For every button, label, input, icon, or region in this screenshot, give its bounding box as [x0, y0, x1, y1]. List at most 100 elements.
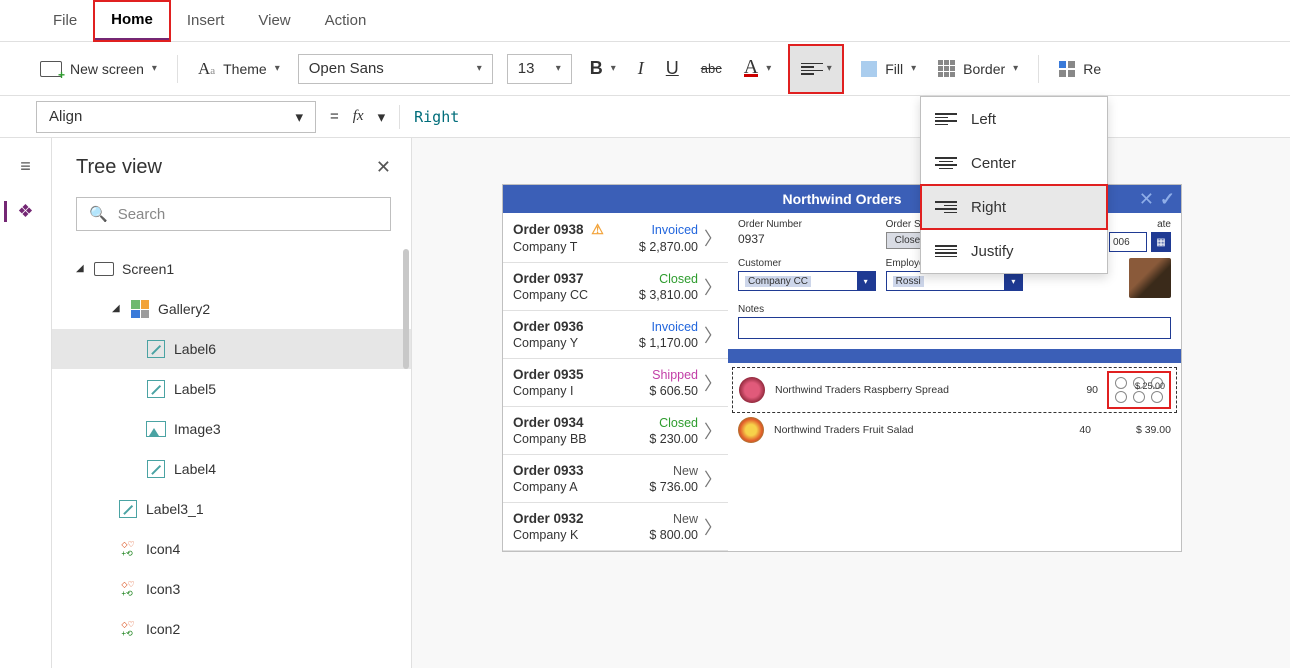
close-icon[interactable]: ✕: [376, 157, 391, 178]
align-option-center[interactable]: Center: [921, 141, 1107, 185]
label-icon: [147, 380, 165, 398]
border-button[interactable]: Border ▾: [934, 54, 1022, 83]
menu-insert[interactable]: Insert: [170, 2, 242, 39]
align-center-icon: [935, 157, 957, 169]
tree-node-label: Icon2: [146, 609, 180, 649]
text-align-button[interactable]: ▾: [789, 45, 843, 93]
tree-view-rail-icon[interactable]: ❖: [4, 201, 33, 222]
align-option-justify[interactable]: Justify: [921, 229, 1107, 273]
line-item-name: Northwind Traders Fruit Salad: [774, 424, 1041, 436]
label-icon: [119, 500, 137, 518]
align-option-label: Right: [971, 199, 1006, 216]
chevron-down-icon: ▾: [1004, 272, 1022, 290]
chevron-right-icon[interactable]: 〉: [704, 322, 722, 348]
tree-node-label5[interactable]: Label5: [76, 369, 391, 409]
selection-handles[interactable]: $ 25.00: [1108, 372, 1170, 408]
chevron-right-icon[interactable]: 〉: [704, 370, 722, 396]
tree-search-input[interactable]: 🔍 Search: [76, 197, 391, 231]
chevron-down-icon: ▾: [295, 108, 303, 126]
order-company: Company I: [513, 384, 573, 398]
shapes-icon: ◇♡+⟲: [121, 581, 134, 598]
line-item[interactable]: Northwind Traders Fruit Salad40$ 39.00: [732, 413, 1177, 447]
tree-node-label6[interactable]: Label6: [52, 329, 411, 369]
theme-button[interactable]: Aa Theme ▾: [194, 53, 284, 85]
cancel-icon[interactable]: ✕: [1139, 189, 1154, 210]
menu-action[interactable]: Action: [308, 2, 384, 39]
new-screen-button[interactable]: New screen ▾: [36, 55, 161, 83]
order-amount: $ 736.00: [649, 480, 698, 494]
order-list-item[interactable]: Order 0938 ⚠InvoicedCompany T$ 2,870.00〉: [503, 213, 728, 263]
tree-node-icon3[interactable]: ◇♡+⟲ Icon3: [76, 569, 391, 609]
strikethrough-button[interactable]: abc: [697, 55, 726, 82]
order-company: Company Y: [513, 336, 578, 350]
chevron-down-icon[interactable]: ▾: [378, 108, 386, 126]
tree-node-image3[interactable]: Image3: [76, 409, 391, 449]
bold-button[interactable]: B ▾: [586, 52, 620, 85]
employee-select[interactable]: Rossi ▾: [886, 271, 1024, 291]
tree-node-icon4[interactable]: ◇♡+⟲ Icon4: [76, 529, 391, 569]
line-item[interactable]: Northwind Traders Raspberry Spread90$ 25…: [732, 367, 1177, 413]
chevron-down-icon: ▾: [857, 272, 875, 290]
tree: ◢ Screen1 ◢ Gallery2 Label6 Label5 Image…: [76, 249, 391, 649]
scrollbar-thumb[interactable]: [403, 249, 409, 369]
order-date-value[interactable]: 006: [1109, 232, 1147, 252]
chevron-right-icon[interactable]: 〉: [704, 514, 722, 540]
tree-node-icon2[interactable]: ◇♡+⟲ Icon2: [76, 609, 391, 649]
order-amount: $ 1,170.00: [639, 336, 698, 350]
collapse-icon[interactable]: ◢: [112, 289, 122, 329]
chevron-right-icon[interactable]: 〉: [704, 225, 722, 251]
font-family-value: Open Sans: [309, 60, 384, 77]
menu-view[interactable]: View: [241, 2, 307, 39]
order-list-item[interactable]: Order 0935ShippedCompany I$ 606.50〉: [503, 359, 728, 407]
tree-node-screen1[interactable]: ◢ Screen1: [76, 249, 391, 289]
font-family-select[interactable]: Open Sans ▾: [298, 54, 493, 84]
menu-home[interactable]: Home: [94, 1, 170, 41]
underline-button[interactable]: U: [662, 52, 683, 85]
chevron-right-icon[interactable]: 〉: [704, 466, 722, 492]
order-number-label: Order Number: [738, 219, 876, 230]
italic-button[interactable]: I: [634, 52, 648, 85]
font-color-button[interactable]: A ▾: [740, 54, 775, 83]
property-select[interactable]: Align ▾: [36, 101, 316, 133]
align-option-label: Center: [971, 155, 1016, 172]
font-size-select[interactable]: 13 ▾: [507, 54, 572, 84]
order-list-item[interactable]: Order 0936InvoicedCompany Y$ 1,170.00〉: [503, 311, 728, 359]
property-value: Align: [49, 108, 82, 125]
order-list-item[interactable]: Order 0932NewCompany K$ 800.00〉: [503, 503, 728, 551]
chevron-down-icon: ▾: [1013, 63, 1018, 74]
formula-value[interactable]: Right: [414, 108, 459, 126]
notes-input[interactable]: [738, 317, 1171, 339]
order-list-item[interactable]: Order 0937ClosedCompany CC$ 3,810.00〉: [503, 263, 728, 311]
hamburger-icon[interactable]: ≡: [20, 156, 31, 177]
tree-node-gallery2[interactable]: ◢ Gallery2: [76, 289, 391, 329]
order-list-item[interactable]: Order 0933NewCompany A$ 736.00〉: [503, 455, 728, 503]
align-option-right[interactable]: Right: [921, 185, 1107, 229]
align-justify-icon: [935, 245, 957, 257]
chevron-down-icon: ▾: [911, 63, 916, 74]
align-option-label: Justify: [971, 243, 1014, 260]
collapse-icon[interactable]: ◢: [76, 249, 86, 289]
customer-select[interactable]: Company CC ▾: [738, 271, 876, 291]
line-item-price: $ 39.00: [1101, 424, 1171, 436]
align-option-left[interactable]: Left: [921, 97, 1107, 141]
align-icon: [801, 63, 823, 75]
tree-node-label3-1[interactable]: Label3_1: [76, 489, 391, 529]
gallery-icon: [131, 300, 149, 318]
order-number: Order 0935: [513, 367, 584, 382]
order-status: Closed: [659, 416, 698, 430]
confirm-icon[interactable]: ✓: [1160, 189, 1175, 210]
menu-file[interactable]: File: [36, 2, 94, 39]
shapes-icon: ◇♡+⟲: [121, 621, 134, 638]
design-canvas[interactable]: Northwind Orders ✕ ✓ Order 0938 ⚠Invoice…: [412, 138, 1290, 668]
calendar-icon[interactable]: ▦: [1151, 232, 1171, 252]
chevron-right-icon[interactable]: 〉: [704, 274, 722, 300]
chevron-down-icon: ▾: [556, 63, 561, 74]
reorder-button[interactable]: Re: [1055, 55, 1105, 83]
order-number: Order 0937: [513, 271, 584, 286]
tree-node-label4[interactable]: Label4: [76, 449, 391, 489]
order-list-item[interactable]: Order 0934ClosedCompany BB$ 230.00〉: [503, 407, 728, 455]
fill-button[interactable]: Fill ▾: [857, 55, 920, 83]
chevron-right-icon[interactable]: 〉: [704, 418, 722, 444]
customer-label: Customer: [738, 258, 876, 269]
reorder-label: Re: [1083, 61, 1101, 77]
